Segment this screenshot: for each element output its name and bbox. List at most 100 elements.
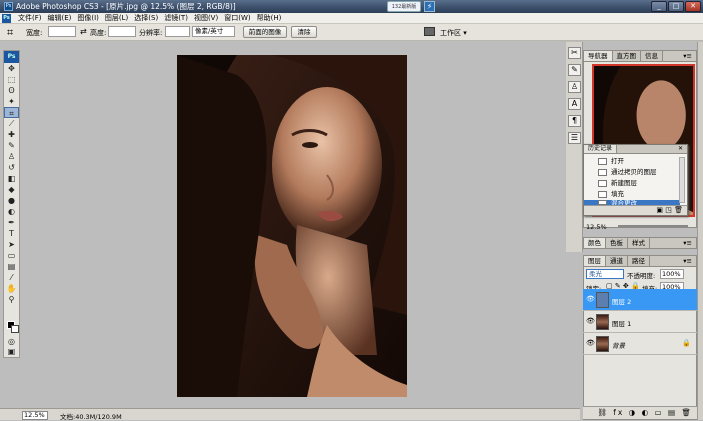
menu-view[interactable]: 视图(V) (191, 13, 221, 23)
eraser-tool-icon[interactable]: ◧ (4, 173, 19, 184)
pen-tool-icon[interactable]: ✒ (4, 217, 19, 228)
ps-toolbox-logo: Ps (4, 51, 19, 63)
history-item[interactable]: 新建图层 (584, 178, 680, 189)
panel-menu-icon[interactable]: ▾≡ (683, 51, 696, 61)
document-canvas[interactable] (177, 55, 407, 397)
opacity-input[interactable]: 100% (660, 269, 684, 279)
eye-icon[interactable]: 👁 (586, 340, 595, 347)
notes-tool-icon[interactable]: ▤ (4, 261, 19, 272)
window-controls: _ □ ✕ (651, 1, 701, 12)
navigator-zoom: 12.5% (586, 223, 607, 231)
lasso-tool-icon[interactable]: ʘ (4, 85, 19, 96)
status-bar: 12.5% 文档:40.3M/120.9M (0, 408, 580, 421)
blend-mode-select[interactable]: 柔光 (586, 269, 624, 279)
history-footer-icons[interactable]: ▣ ◳ 🗑 (584, 205, 687, 215)
tab-styles[interactable]: 样式 (628, 238, 650, 248)
history-item[interactable]: 通过拷贝的图层 (584, 167, 680, 178)
panel-dock-icons: ✂ ✎ ♙ A ¶ ☰ (566, 42, 583, 252)
healing-brush-icon[interactable]: ✚ (4, 129, 19, 140)
dodge-tool-icon[interactable]: ◐ (4, 206, 19, 217)
history-brush-icon[interactable]: ↺ (4, 162, 19, 173)
clear-button[interactable]: 清除 (291, 26, 317, 38)
crop-tool-icon[interactable]: ⌗ (7, 26, 13, 40)
slice-tool-icon[interactable]: ⟋ (4, 118, 19, 129)
tab-info[interactable]: 信息 (641, 51, 663, 61)
close-button[interactable]: ✕ (685, 1, 701, 12)
paragraph-icon[interactable]: ¶ (568, 115, 581, 127)
layer-thumbnail (596, 336, 609, 352)
layers-footer-icons[interactable]: ⛓ fx ◑ ◐ ▭ ▤ 🗑 (583, 406, 697, 419)
tab-histogram[interactable]: 直方图 (613, 51, 641, 61)
character-icon[interactable]: A (568, 98, 581, 110)
type-tool-icon[interactable]: T (4, 228, 19, 239)
flash-icon[interactable]: ⚡ (424, 1, 435, 12)
hand-tool-icon[interactable]: ✋ (4, 283, 19, 294)
layer-name: 背景 (612, 342, 625, 350)
workspace-icon[interactable] (424, 27, 435, 36)
crop-tool-icon[interactable]: ⌗ (4, 107, 19, 118)
tab-navigator[interactable]: 导航器 (584, 51, 613, 61)
front-image-button[interactable]: 前面的图像 (243, 26, 287, 38)
menu-file[interactable]: 文件(F) (15, 13, 45, 23)
maximize-button[interactable]: □ (668, 1, 684, 12)
tab-layers[interactable]: 图层 (584, 256, 606, 266)
brush-tool-icon[interactable]: ✎ (4, 140, 19, 151)
layers-tabs: 图层 通道 路径 ▾≡ (584, 256, 696, 267)
menu-layer[interactable]: 图层(L) (102, 13, 131, 23)
minimize-button[interactable]: _ (651, 1, 667, 12)
marquee-tool-icon[interactable]: ⬚ (4, 74, 19, 85)
menu-select[interactable]: 选择(S) (131, 13, 161, 23)
history-scrollbar[interactable] (679, 157, 685, 203)
menu-help[interactable]: 帮助(H) (254, 13, 285, 23)
eye-icon[interactable]: 👁 (586, 296, 595, 303)
panel-menu-icon[interactable]: ▾≡ (683, 256, 696, 266)
tab-channels[interactable]: 通道 (606, 256, 628, 266)
swap-icon[interactable]: ⇄ (80, 27, 87, 36)
width-input[interactable] (48, 26, 76, 37)
shape-tool-icon[interactable]: ▭ (4, 250, 19, 261)
move-tool-icon[interactable]: ✥ (4, 63, 19, 74)
eyedropper-icon[interactable]: ⁄ (4, 272, 19, 283)
status-zoom[interactable]: 12.5% (22, 411, 48, 420)
history-item[interactable]: 打开 (584, 156, 680, 167)
tab-color[interactable]: 颜色 (584, 238, 606, 248)
history-icon[interactable]: ☰ (568, 132, 581, 144)
workspace-menu[interactable]: 工作区 ▾ (440, 28, 467, 38)
screen-mode-icon[interactable]: ▣ (4, 346, 19, 357)
brushes-icon[interactable]: ✎ (568, 64, 581, 76)
history-close-icon[interactable]: ✕ (678, 145, 687, 153)
clone-source-icon[interactable]: ♙ (568, 81, 581, 93)
ime-indicator[interactable]: 132最新版 (387, 1, 421, 12)
panel-scrollbar[interactable] (697, 42, 703, 420)
navigator-zoom-slider[interactable] (618, 225, 688, 227)
unit-select[interactable]: 像素/英寸 (192, 26, 235, 37)
resolution-label: 分辨率: (139, 29, 163, 37)
path-select-icon[interactable]: ➤ (4, 239, 19, 250)
resolution-input[interactable] (165, 26, 190, 37)
toolbox: Ps ✥ ⬚ ʘ ✦ ⌗ ⟋ ✚ ✎ ♙ ↺ ◧ ◆ ● ◐ ✒ T ➤ ▭ ▤… (3, 50, 20, 358)
layer-row[interactable]: 👁 图层 1 (583, 311, 697, 333)
panel-menu-icon[interactable]: ▾≡ (683, 238, 696, 248)
stamp-tool-icon[interactable]: ♙ (4, 151, 19, 162)
title-bar: Ps Adobe Photoshop CS3 - [原片.jpg @ 12.5%… (0, 0, 703, 13)
blur-tool-icon[interactable]: ● (4, 195, 19, 206)
menu-image[interactable]: 图像(I) (74, 13, 102, 23)
menu-window[interactable]: 窗口(W) (221, 13, 253, 23)
layer-row[interactable]: 👁 图层 2 (583, 289, 697, 311)
opacity-label: 不透明度: (627, 272, 656, 280)
background-color-swatch[interactable] (11, 325, 19, 333)
menu-filter[interactable]: 滤镜(T) (161, 13, 191, 23)
menu-edit[interactable]: 编辑(E) (45, 13, 75, 23)
eye-icon[interactable]: 👁 (586, 318, 595, 325)
layer-row[interactable]: 👁 背景 🔒 (583, 333, 697, 355)
tab-paths[interactable]: 路径 (628, 256, 650, 266)
layer-thumbnail (596, 292, 609, 308)
magic-wand-icon[interactable]: ✦ (4, 96, 19, 107)
bucket-tool-icon[interactable]: ◆ (4, 184, 19, 195)
height-input[interactable] (108, 26, 136, 37)
zoom-tool-icon[interactable]: ⚲ (4, 294, 19, 305)
tab-history[interactable]: 历史记录 (584, 145, 618, 153)
tools-preset-icon[interactable]: ✂ (568, 47, 581, 59)
tab-swatches[interactable]: 色板 (606, 238, 628, 248)
ps-logo-icon: Ps (2, 13, 11, 23)
